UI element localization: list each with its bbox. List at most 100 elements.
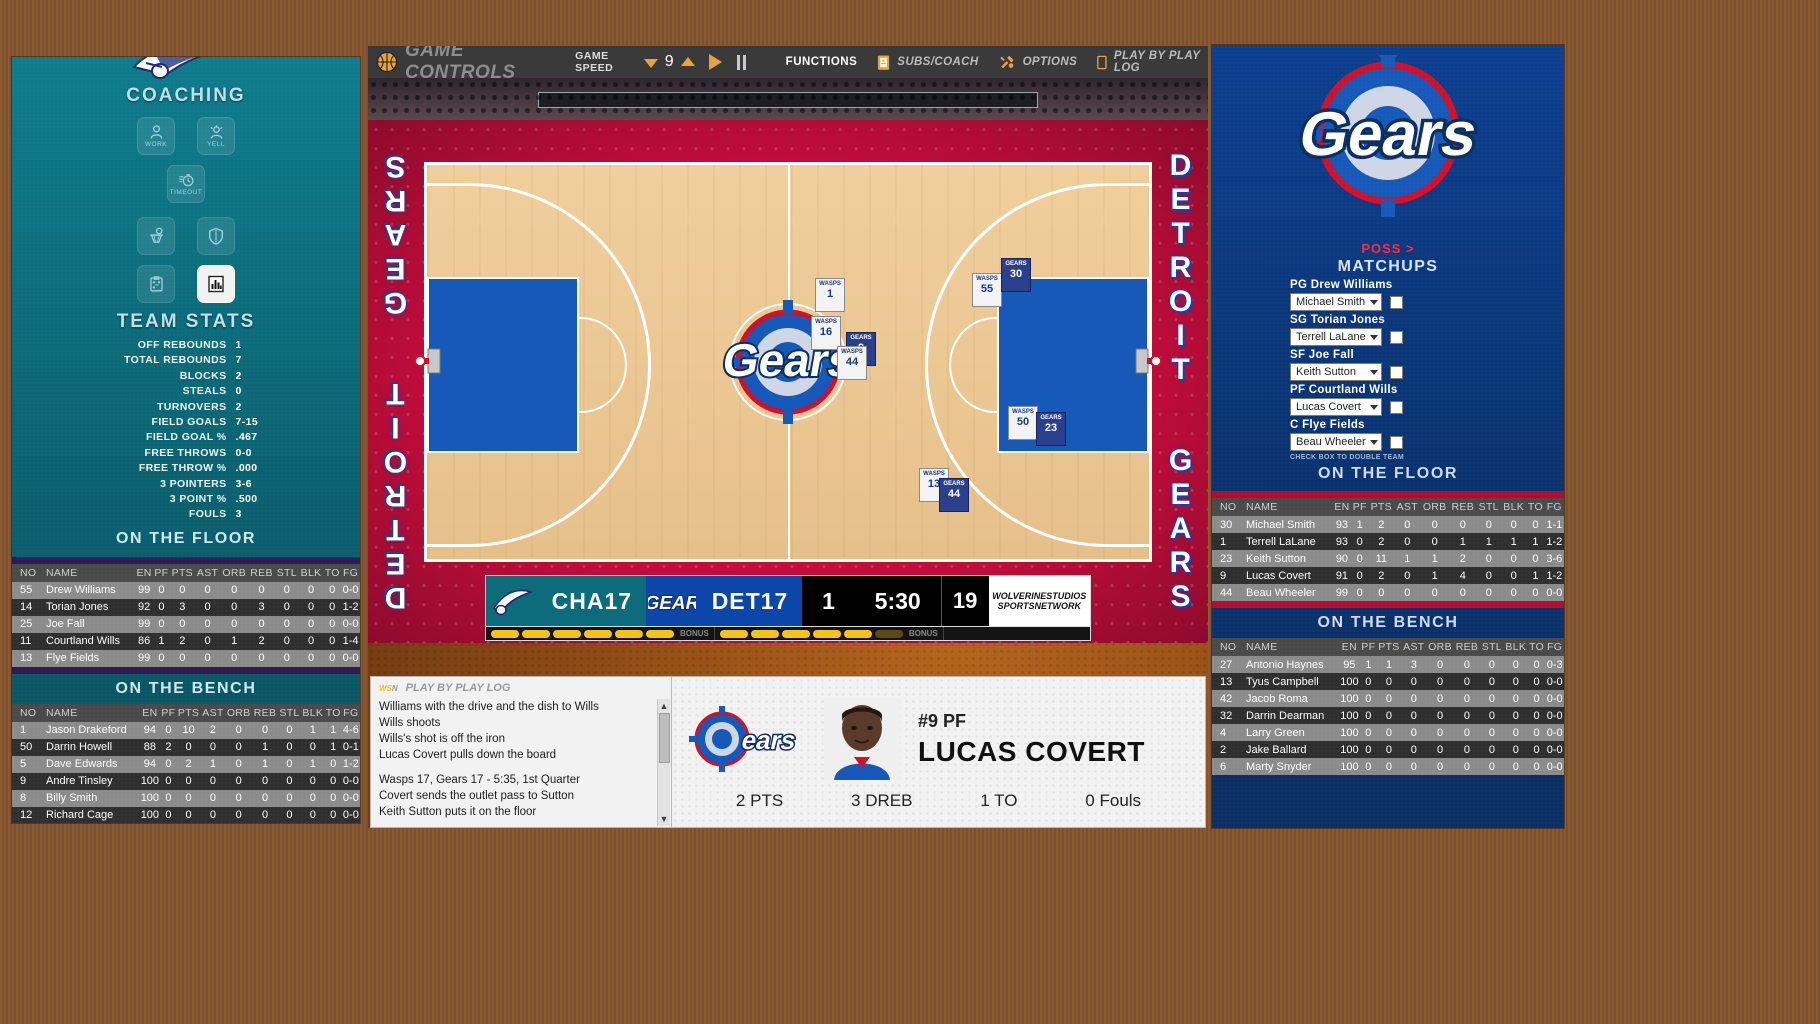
subs-coach-button[interactable]: SUBS/COACH	[877, 54, 978, 71]
yell-button[interactable]: YELL	[197, 117, 235, 155]
table-row[interactable]: 55 Drew Williams 99 0 0 0 0 0 0 0 0 0-0	[12, 581, 360, 599]
crowd	[368, 78, 1208, 120]
court-player-token[interactable]: WASPS 55	[972, 273, 1002, 307]
table-row[interactable]: 1 Terrell LaLane 93 0 2 0 0 1 1 1 1 1-2	[1212, 533, 1564, 550]
team-stat-value: 2	[235, 400, 242, 413]
scroll-up-icon[interactable]: ▲	[660, 701, 669, 711]
matchup-defender-select[interactable]: Lucas Covert	[1290, 398, 1382, 416]
double-team-checkbox[interactable]	[1390, 295, 1403, 309]
col-to: TO	[1527, 638, 1546, 656]
svg-text:ears: ears	[739, 725, 799, 755]
court-player-token[interactable]: WASPS 44	[837, 346, 867, 380]
table-row[interactable]: 8 Billy Smith 100 0 0 0 0 0 0 0 0 0-0	[12, 789, 360, 807]
table-row[interactable]: 13 Flye Fields 99 0 0 0 0 0 0 0 0 0-0	[12, 649, 360, 667]
double-team-checkbox[interactable]	[1390, 435, 1403, 449]
table-row[interactable]: 30 Michael Smith 93 1 2 0 0 0 0 0 0 1-1	[1212, 516, 1564, 533]
court-player-team: WASPS	[841, 349, 863, 355]
cell-en: 100	[1338, 724, 1361, 741]
work-button-label: WORK	[144, 141, 168, 148]
table-row[interactable]: 23 Keith Sutton 90 0 11 1 1 2 0 0 0 3-6	[1212, 550, 1564, 567]
play-by-play-log-button[interactable]: PLAY BY PLAY LOG	[1097, 50, 1208, 74]
cell-stl: 0	[277, 755, 301, 773]
cell-name: Jacob Roma	[1238, 690, 1339, 707]
cell-pf: 0	[160, 772, 177, 790]
table-row[interactable]: 9 Lucas Covert 91 0 2 0 1 4 0 0 1 1-2	[1212, 567, 1564, 584]
court-player-token[interactable]: GEARS 23	[1036, 412, 1066, 446]
cell-stl: 0	[1480, 707, 1504, 724]
table-row[interactable]: 2 Jake Ballard 100 0 0 0 0 0 0 0 0 0-0	[1212, 741, 1564, 758]
matchup-defender-select[interactable]: Terrell LaLane	[1290, 328, 1382, 346]
court-player-team: WASPS	[976, 276, 998, 282]
offense-button[interactable]	[137, 217, 175, 255]
double-team-checkbox[interactable]	[1390, 330, 1403, 344]
document-icon	[1097, 55, 1107, 69]
pbp-log-scrollbar[interactable]: ▲ ▼	[657, 699, 670, 826]
away-on-bench-table: NO NAME EN PF PTS AST ORB REB STL BLK TO FG 27 Anton…	[1212, 638, 1564, 775]
cell-reb: 0	[252, 806, 278, 823]
scoreboard-home: DET 17	[697, 576, 803, 626]
matchup-defender-select[interactable]: Keith Sutton	[1290, 363, 1382, 381]
table-row[interactable]: 25 Joe Fall 99 0 0 0 0 0 0 0 0 0-0	[12, 615, 360, 633]
shout-icon	[210, 125, 222, 139]
defense-button[interactable]	[197, 217, 235, 255]
play-button[interactable]	[708, 54, 722, 70]
cell-orb: 0	[220, 598, 249, 616]
stats-button[interactable]	[197, 265, 235, 303]
cell-ast: 0	[200, 772, 226, 790]
cell-no: 50	[12, 738, 38, 756]
game-speed-down-button[interactable]	[643, 58, 658, 68]
cell-name: Courtland Wills	[38, 632, 136, 650]
table-row[interactable]: 9 Andre Tinsley 100 0 0 0 0 0 0 0 0 0-0	[12, 772, 360, 790]
player-portrait	[824, 698, 900, 780]
chevron-down-icon	[1370, 439, 1378, 445]
cell-to: 0	[323, 615, 342, 633]
clipboard-icon	[149, 276, 163, 292]
matchup-defender-value: Lucas Covert	[1296, 401, 1361, 413]
cell-to: 0	[324, 789, 342, 807]
game-speed-up-button[interactable]	[680, 56, 695, 66]
table-row[interactable]: 44 Beau Wheeler 99 0 0 0 0 0 0 0 0 0-0	[1212, 584, 1564, 601]
yell-button-label: YELL	[207, 141, 225, 148]
table-row[interactable]: 4 Larry Green 100 0 0 0 0 0 0 0 0 0-0	[1212, 724, 1564, 741]
table-row[interactable]: 1 Jason Drakeford 94 0 10 2 0 0 0 1 1 4-6	[12, 721, 360, 739]
scroll-down-icon[interactable]: ▼	[660, 814, 669, 824]
court-player-token[interactable]: WASPS 1	[815, 278, 845, 312]
court-player-token[interactable]: WASPS 50	[1008, 406, 1038, 440]
table-row[interactable]: 32 Darrin Dearman 100 0 0 0 0 0 0 0 0 0-0	[1212, 707, 1564, 724]
work-button[interactable]: WORK	[137, 117, 175, 155]
double-team-checkbox[interactable]	[1390, 365, 1403, 379]
cell-name: Darrin Dearman	[1238, 707, 1339, 724]
table-row[interactable]: 50 Darrin Howell 88 2 0 0 0 1 0 0 1 0-1	[12, 738, 360, 756]
court-view[interactable]: GEARS DETROIT DETROIT GEARS Gears WASPS …	[368, 78, 1208, 643]
pause-button[interactable]	[736, 54, 746, 70]
table-row[interactable]: 6 Marty Snyder 100 0 0 0 0 0 0 0 0 0-0	[1212, 758, 1564, 775]
cell-pf: 0	[1351, 550, 1369, 567]
table-row[interactable]: 14 Torian Jones 92 0 3 0 0 3 0 0 0 1-2	[12, 598, 360, 616]
table-row[interactable]: 5 Dave Edwards 94 0 2 1 0 1 0 1 0 1-2	[12, 755, 360, 773]
options-button[interactable]: OPTIONS	[999, 54, 1078, 70]
court-player-token[interactable]: GEARS 44	[939, 478, 969, 512]
court-player-token[interactable]: WASPS 16	[811, 316, 841, 350]
cell-orb: 0	[1426, 707, 1454, 724]
double-team-checkbox[interactable]	[1390, 400, 1403, 414]
matchup-defender-select[interactable]: Michael Smith	[1290, 293, 1382, 311]
cell-to: 0	[1527, 673, 1546, 690]
table-row[interactable]: 27 Antonio Haynes 95 1 1 3 0 0 0 0 0 0-3	[1212, 656, 1564, 673]
cell-blk: 0	[1503, 690, 1528, 707]
game-view: GAME CONTROLS GAME SPEED 9 FUNCTIONS SUB…	[368, 46, 1208, 828]
court-player-token[interactable]: GEARS 30	[1001, 258, 1031, 292]
col-ast: AST	[1401, 638, 1427, 656]
game-speed-value: 9	[664, 53, 674, 70]
matchup-defender-select[interactable]: Beau Wheeler	[1290, 433, 1382, 451]
table-row[interactable]: 11 Courtland Wills 86 1 2 0 1 2 0 0 0 1-4	[12, 632, 360, 650]
table-row[interactable]: 12 Richard Cage 100 0 0 0 0 0 0 0 0 0-0	[12, 806, 360, 823]
table-row[interactable]: 42 Jacob Roma 100 0 0 0 0 0 0 0 0 0-0	[1212, 690, 1564, 707]
cell-name: Joe Fall	[38, 615, 136, 633]
timeout-button[interactable]: TIMEOUT	[167, 165, 205, 203]
hornet-logo	[12, 57, 360, 83]
scroll-thumb[interactable]	[658, 713, 670, 763]
cell-to: 1	[324, 721, 342, 739]
playbook-button[interactable]	[137, 265, 175, 303]
table-row[interactable]: 13 Tyus Campbell 100 0 0 0 0 0 0 0 0 0-0	[1212, 673, 1564, 690]
cell-stl: 0	[277, 789, 301, 807]
